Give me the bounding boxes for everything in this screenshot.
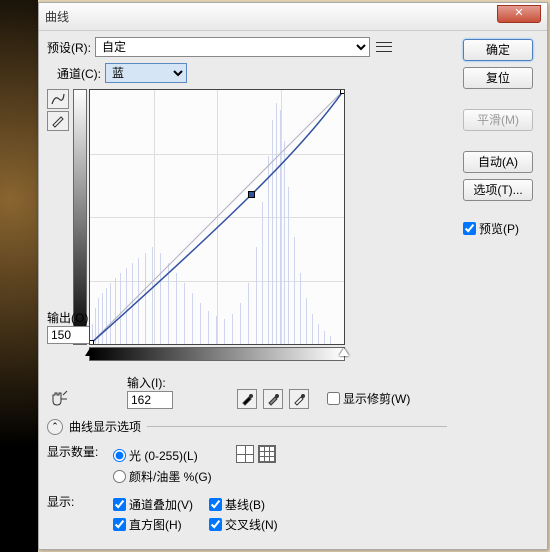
preset-label: 预设(R):	[47, 39, 91, 56]
show-clip-checkbox[interactable]: 显示修剪(W)	[327, 390, 410, 407]
pigment-radio[interactable]: 颜料/油墨 %(G)	[113, 468, 212, 485]
curve-point-selected[interactable]	[248, 191, 255, 198]
channel-label: 通道(C):	[57, 65, 101, 82]
reset-button[interactable]: 复位	[463, 67, 533, 89]
curve-svg	[90, 90, 344, 344]
channel-select[interactable]: 蓝	[105, 63, 187, 83]
output-input[interactable]	[47, 326, 93, 344]
grid-coarse-icon[interactable]	[236, 445, 254, 463]
show-label: 显示:	[47, 493, 113, 510]
preset-menu-icon[interactable]	[376, 40, 392, 54]
close-button[interactable]: ✕	[497, 5, 541, 23]
histogram-checkbox[interactable]: 直方图(H)	[113, 516, 193, 533]
light-radio[interactable]: 光 (0-255)(L)	[113, 447, 212, 464]
baseline-checkbox[interactable]: 基线(B)	[209, 496, 278, 513]
preview-checkbox[interactable]: 预览(P)	[463, 220, 537, 237]
input-input[interactable]	[127, 391, 173, 409]
baseline	[90, 90, 344, 344]
eyedropper-gray-icon[interactable]	[263, 389, 283, 409]
eyedropper-white-icon[interactable]	[289, 389, 309, 409]
dialog-title: 曲线	[45, 8, 69, 25]
auto-button[interactable]: 自动(A)	[463, 151, 533, 173]
input-label: 输入(I):	[127, 374, 173, 391]
smooth-button: 平滑(M)	[463, 109, 533, 131]
preset-select[interactable]: 自定	[95, 37, 370, 57]
curve-point-shadow[interactable]	[89, 340, 94, 345]
channel-overlay-checkbox[interactable]: 通道叠加(V)	[113, 496, 193, 513]
curves-dialog: 曲线 ✕ 预设(R): 自定 通道(C): 蓝	[38, 2, 548, 550]
output-gradient	[73, 89, 87, 345]
options-toggle-label: 曲线显示选项	[69, 418, 141, 435]
input-gradient	[89, 347, 345, 361]
options-button[interactable]: 选项(T)...	[463, 179, 533, 201]
display-amount-label: 显示数量:	[47, 443, 113, 460]
black-slider[interactable]	[85, 348, 95, 356]
eyedropper-black-icon[interactable]	[237, 389, 257, 409]
curve-graph[interactable]	[89, 89, 345, 345]
toggle-options-icon[interactable]: ⌃	[47, 419, 63, 435]
ok-button[interactable]: 确定	[463, 39, 533, 61]
curve-tool-icon[interactable]	[47, 89, 69, 109]
intersection-checkbox[interactable]: 交叉线(N)	[209, 516, 278, 533]
pencil-tool-icon[interactable]	[47, 111, 69, 131]
hand-tool-icon[interactable]	[47, 387, 77, 410]
curve-point-highlight[interactable]	[340, 89, 345, 94]
grid-fine-icon[interactable]	[258, 445, 276, 463]
titlebar[interactable]: 曲线 ✕	[39, 3, 547, 31]
white-slider[interactable]	[339, 348, 349, 356]
